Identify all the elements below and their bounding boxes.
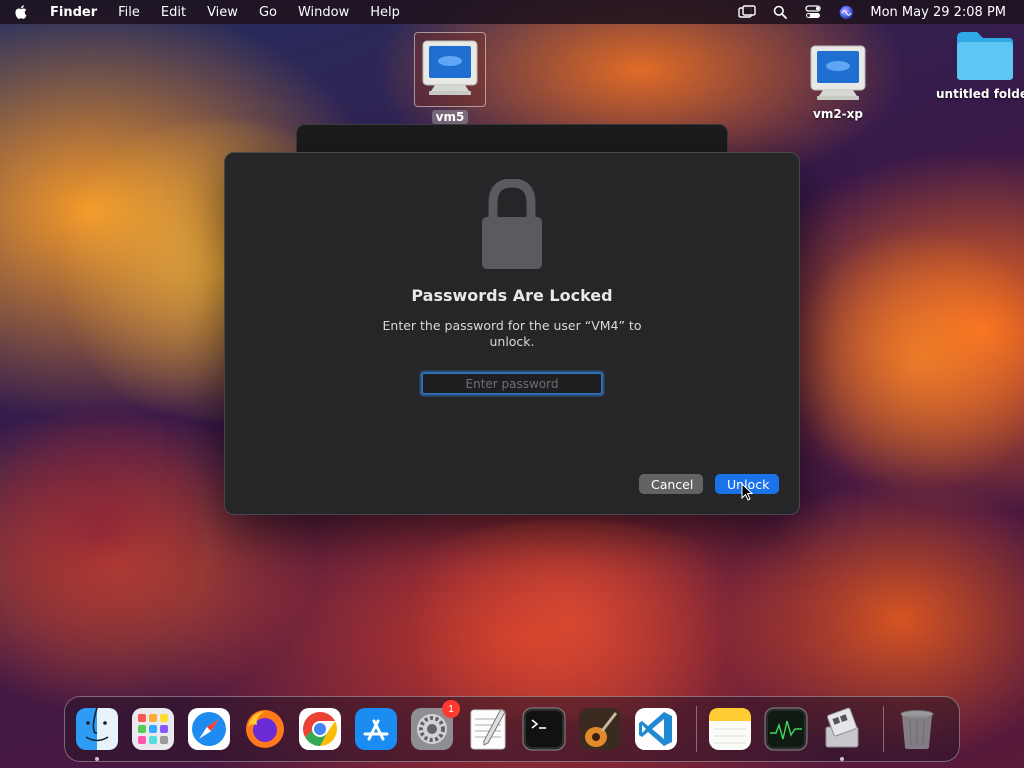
dock-item-activity-monitor[interactable] — [763, 706, 809, 752]
finder-icon — [75, 707, 118, 750]
desktop-icon-untitled-folder[interactable]: untitled folder — [932, 28, 1024, 101]
dialog-message: Enter the password for the user “VM4” to… — [382, 318, 642, 349]
dock-item-system-settings[interactable]: 1 — [409, 700, 461, 752]
desktop-icon-vm2-xp[interactable]: vm2-xp — [807, 42, 869, 121]
desktop-icon-art — [414, 32, 486, 107]
folder-icon — [956, 32, 1013, 80]
chrome-icon — [299, 708, 342, 750]
passwords-locked-dialog: Passwords Are Locked Enter the password … — [224, 152, 800, 515]
spotlight-search-icon[interactable] — [771, 4, 789, 20]
launchpad-icon — [131, 708, 174, 750]
dock-item-safari[interactable] — [186, 706, 232, 752]
dock-item-textedit[interactable] — [465, 706, 511, 752]
menu-go[interactable]: Go — [259, 5, 277, 20]
menu-bar: Finder File Edit View Go Window Help Mon… — [0, 0, 1024, 24]
vscode-icon — [634, 708, 677, 750]
dock-item-notes[interactable] — [707, 706, 753, 752]
dock-separator — [883, 706, 885, 752]
running-indicator — [94, 757, 99, 761]
crt-monitor-icon — [422, 40, 478, 95]
crt-monitor-icon — [810, 45, 866, 100]
safari-icon — [187, 708, 230, 750]
menu-window[interactable]: Window — [298, 5, 349, 20]
dock-item-app-store[interactable] — [353, 706, 399, 752]
desktop-icon-label: vm5 — [431, 110, 469, 124]
apple-logo-icon[interactable] — [14, 4, 30, 20]
menu-bar-clock[interactable]: Mon May 29 2:08 PM — [870, 5, 1006, 20]
dialog-title: Passwords Are Locked — [411, 286, 613, 305]
lock-icon — [482, 179, 542, 269]
dock-separator — [696, 706, 698, 752]
dock: 1 — [64, 696, 960, 762]
textedit-icon — [470, 708, 506, 750]
cancel-button[interactable]: Cancel — [639, 474, 703, 494]
dock-item-garageband[interactable] — [577, 706, 623, 752]
firefox-icon — [245, 710, 284, 748]
menu-edit[interactable]: Edit — [161, 5, 186, 20]
siri-icon[interactable] — [837, 4, 855, 20]
menu-file[interactable]: File — [118, 5, 140, 20]
terminal-icon — [522, 707, 566, 751]
trash-icon — [900, 710, 934, 749]
mouse-pointer-icon — [741, 483, 753, 501]
desktop-icon-label: untitled folder — [936, 87, 1024, 101]
dock-item-vscode[interactable] — [633, 706, 679, 752]
control-center-icon[interactable] — [804, 4, 822, 20]
desktop-icon-label: vm2-xp — [813, 107, 863, 121]
boot-camp-icon — [825, 707, 859, 748]
screen-mirroring-icon[interactable] — [738, 4, 757, 20]
menu-app-finder[interactable]: Finder — [50, 5, 97, 20]
notes-icon — [709, 708, 752, 750]
menu-view[interactable]: View — [207, 5, 238, 20]
dock-item-launchpad[interactable] — [130, 706, 176, 752]
dock-item-firefox[interactable] — [242, 706, 288, 752]
menu-help[interactable]: Help — [370, 5, 400, 20]
dock-item-chrome[interactable] — [297, 706, 343, 752]
dock-item-terminal[interactable] — [521, 706, 567, 752]
app-store-icon — [355, 708, 398, 750]
dock-item-finder[interactable] — [74, 706, 120, 761]
dock-item-boot-camp[interactable] — [819, 706, 865, 761]
desktop-icon-vm5[interactable]: vm5 — [414, 32, 486, 124]
garageband-icon — [578, 708, 621, 750]
dock-item-trash[interactable] — [894, 706, 940, 752]
notification-badge: 1 — [442, 700, 461, 718]
password-input[interactable] — [421, 372, 603, 395]
menu-bar-status-area: Mon May 29 2:08 PM — [723, 4, 1010, 20]
dialog-buttons: Cancel Unlock — [639, 474, 779, 494]
running-indicator — [840, 757, 845, 761]
activity-monitor-icon — [764, 707, 808, 751]
